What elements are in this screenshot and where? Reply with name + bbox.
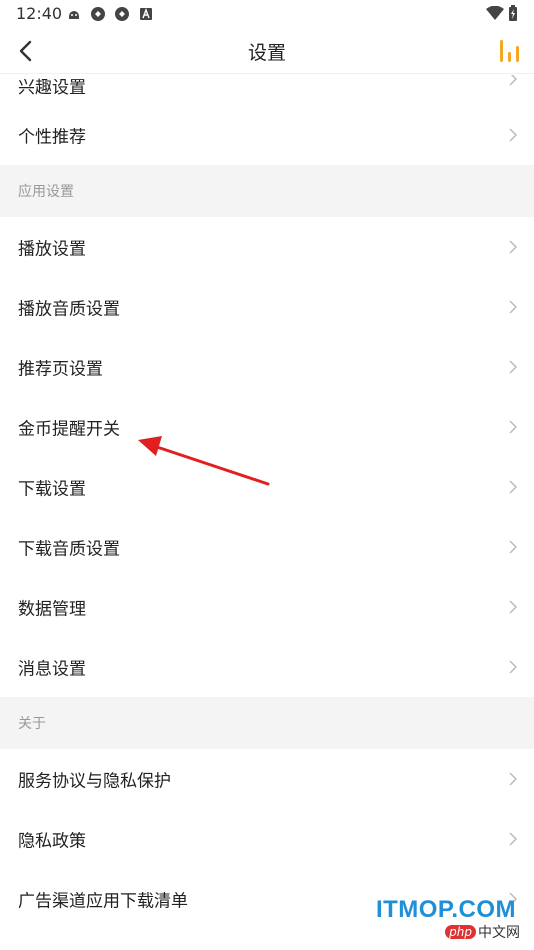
settings-row-privacy-policy[interactable]: 隐私政策 [0, 809, 534, 869]
chevron-right-icon [509, 128, 518, 142]
row-label: 金币提醒开关 [18, 419, 120, 440]
a-badge-icon [140, 8, 152, 20]
chevron-right-icon [509, 300, 518, 314]
wifi-icon [486, 6, 504, 20]
stats-button[interactable] [496, 38, 524, 64]
status-notification-icons [66, 6, 154, 22]
section-title: 关于 [18, 716, 46, 732]
status-system-icons [486, 5, 518, 21]
chevron-right-icon [509, 832, 518, 846]
row-label: 播放音质设置 [18, 299, 120, 320]
row-label: 服务协议与隐私保护 [18, 771, 171, 792]
chevron-right-icon [509, 240, 518, 254]
watermark: ITMOP.COM php 中文网 [356, 896, 526, 948]
settings-row-personal-recommend[interactable]: 个性推荐 [0, 105, 534, 165]
row-label: 隐私政策 [18, 831, 86, 852]
watermark-php-badge: php [445, 925, 476, 939]
watermark-sub: php 中文网 [445, 922, 520, 942]
row-label: 播放设置 [18, 239, 86, 260]
sync-icon [91, 7, 105, 21]
watermark-sub-text: 中文网 [478, 925, 520, 941]
section-header-about: 关于 [0, 697, 534, 749]
chevron-right-icon [509, 772, 518, 786]
row-label: 下载音质设置 [18, 539, 120, 560]
bar-chart-icon [500, 40, 519, 62]
settings-row-interest[interactable]: 兴趣设置 [0, 75, 534, 105]
row-label: 消息设置 [18, 659, 86, 680]
chevron-right-icon [509, 480, 518, 494]
settings-row-coin-reminder[interactable]: 金币提醒开关 [0, 397, 534, 457]
chevron-right-icon [509, 660, 518, 674]
section-header-app-settings: 应用设置 [0, 165, 534, 217]
chevron-right-icon [509, 75, 518, 86]
android-debug-icon [69, 11, 79, 19]
row-label: 个性推荐 [18, 127, 86, 148]
row-label: 广告渠道应用下载清单 [18, 891, 188, 912]
battery-charging-icon [509, 5, 517, 21]
row-label: 数据管理 [18, 599, 86, 620]
section-title: 应用设置 [18, 184, 74, 200]
settings-row-service-agreement[interactable]: 服务协议与隐私保护 [0, 749, 534, 809]
status-bar: 12:40 [0, 0, 534, 28]
settings-row-download-quality[interactable]: 下载音质设置 [0, 517, 534, 577]
row-label: 兴趣设置 [18, 78, 86, 98]
settings-row-recommend-page[interactable]: 推荐页设置 [0, 337, 534, 397]
app-bar: 设置 [0, 28, 534, 74]
chevron-right-icon [509, 540, 518, 554]
settings-row-download[interactable]: 下载设置 [0, 457, 534, 517]
sync-icon [115, 7, 129, 21]
page-title: 设置 [247, 42, 286, 64]
row-label: 推荐页设置 [18, 359, 103, 380]
settings-list: 兴趣设置 个性推荐 应用设置 播放设置 播放音质设置 推荐页设置 金币提醒开关 … [0, 75, 534, 929]
row-label: 下载设置 [18, 479, 86, 500]
watermark-logo-text: ITMOP.COM [375, 896, 516, 923]
settings-row-playback[interactable]: 播放设置 [0, 217, 534, 277]
chevron-right-icon [509, 360, 518, 374]
settings-row-playback-quality[interactable]: 播放音质设置 [0, 277, 534, 337]
chevron-right-icon [509, 420, 518, 434]
settings-row-data-management[interactable]: 数据管理 [0, 577, 534, 637]
settings-row-message[interactable]: 消息设置 [0, 637, 534, 697]
status-time: 12:40 [16, 4, 63, 23]
chevron-right-icon [509, 600, 518, 614]
